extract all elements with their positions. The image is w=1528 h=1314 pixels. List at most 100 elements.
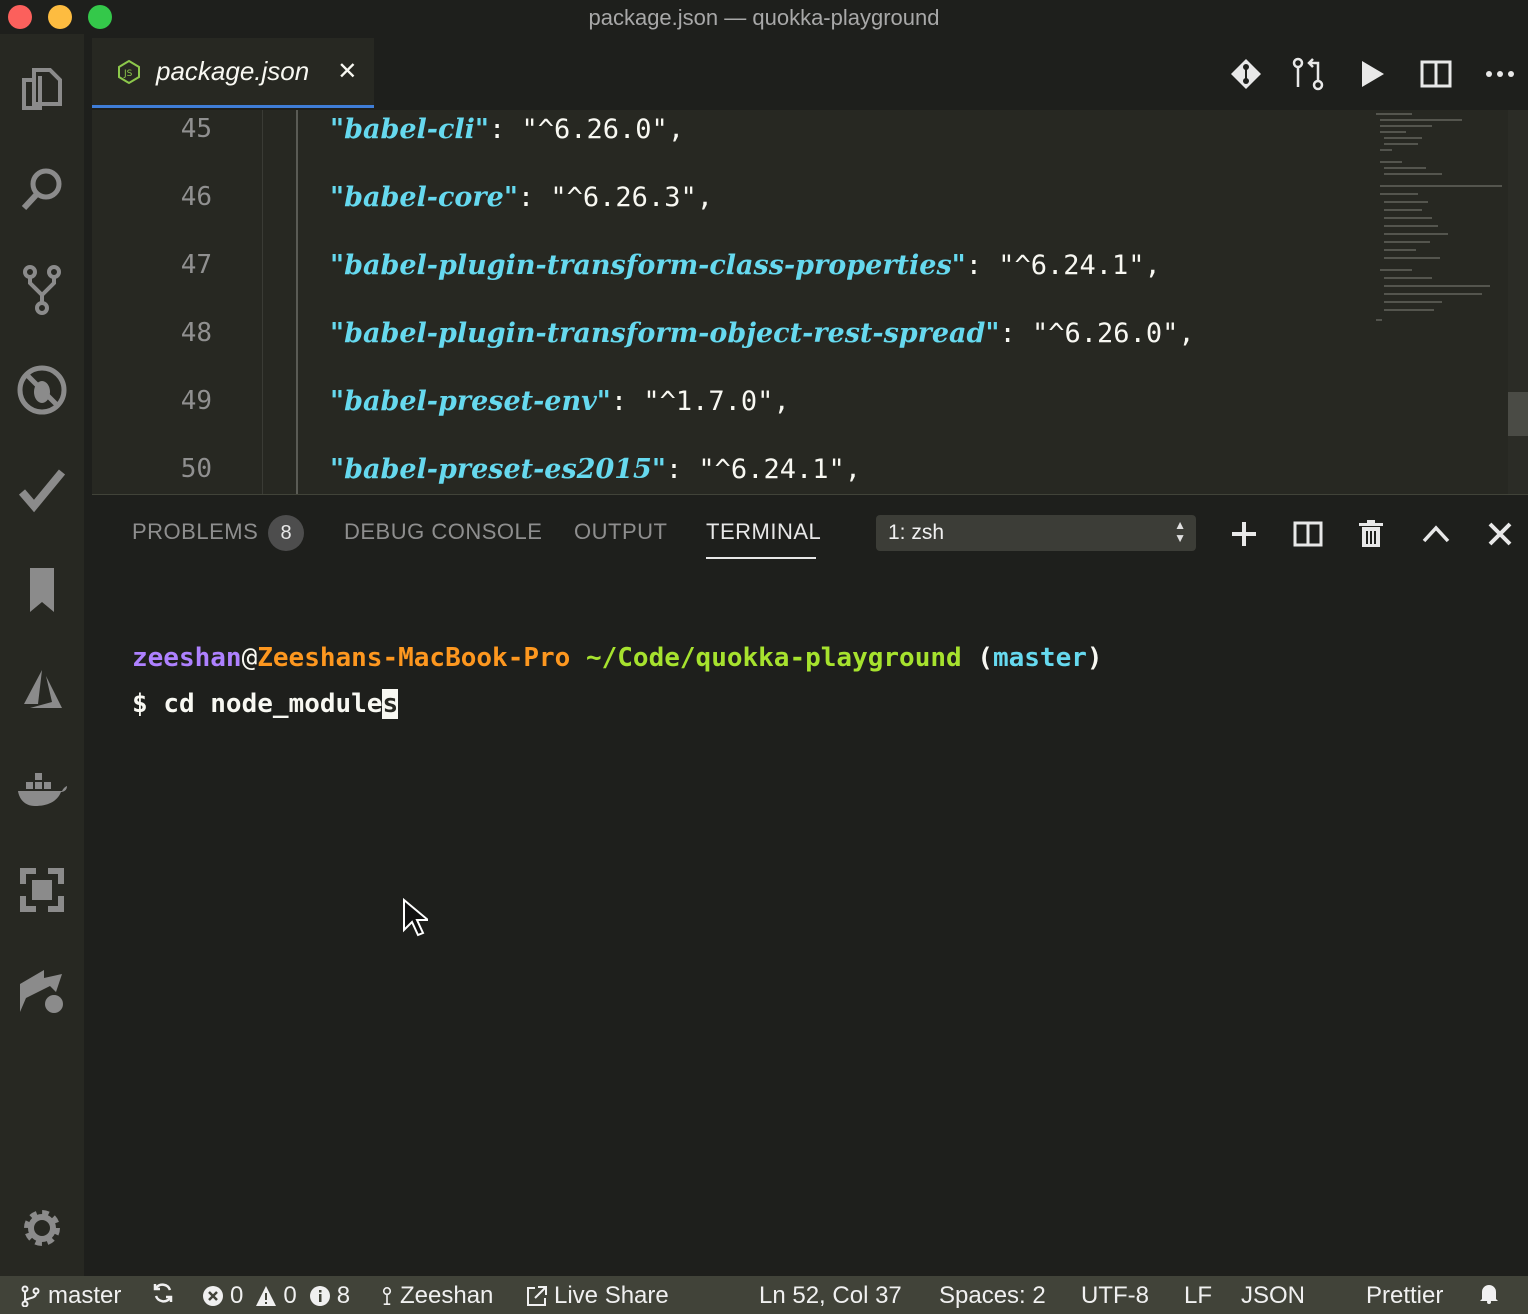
remote-explorer-icon[interactable] (12, 860, 72, 920)
line-number: 50 (180, 454, 212, 484)
status-branch[interactable]: master (20, 1282, 121, 1310)
json-key: "babel-preset-es2015" (330, 454, 666, 485)
tab-problems[interactable]: PROBLEMS (132, 519, 258, 545)
terminal-branch: master (992, 643, 1087, 673)
azure-icon[interactable] (12, 660, 72, 720)
more-actions-icon[interactable] (1480, 54, 1520, 94)
json-value: "^6.26.0" (1032, 318, 1179, 349)
error-count: 0 (230, 1282, 244, 1309)
tab-close-icon[interactable]: ✕ (337, 57, 357, 86)
error-icon (203, 1286, 223, 1306)
live-share-label: Live Share (554, 1282, 669, 1309)
git-lens-icon[interactable] (1226, 54, 1266, 94)
problems-count-badge: 8 (268, 515, 304, 551)
status-formatter[interactable]: Prettier (1366, 1282, 1443, 1310)
json-key: "babel-plugin-transform-object-rest-spre… (330, 318, 1000, 349)
code-line[interactable]: 49 "babel-preset-env": "^1.7.0", (92, 386, 1372, 454)
line-number: 45 (180, 114, 212, 144)
maximize-panel-chevron-up-icon[interactable] (1417, 515, 1455, 553)
kill-terminal-trash-icon[interactable] (1352, 515, 1390, 553)
status-spaces[interactable]: Spaces: 2 (939, 1282, 1046, 1310)
tab-output[interactable]: OUTPUT (574, 519, 667, 545)
json-value: "^1.7.0" (643, 386, 774, 417)
split-editor-icon[interactable] (1416, 54, 1456, 94)
terminal-user: zeeshan (132, 643, 242, 673)
status-position[interactable]: Ln 52, Col 37 (759, 1282, 902, 1310)
json-value: "^6.24.1" (698, 454, 845, 485)
json-value: "^6.24.1" (998, 250, 1145, 281)
terminal-paren-open: ( (977, 643, 993, 673)
status-user[interactable]: Zeeshan (378, 1282, 493, 1310)
explorer-icon[interactable] (12, 60, 72, 120)
line-number: 48 (180, 318, 212, 348)
json-key: "babel-preset-env" (330, 386, 611, 417)
warning-count: 0 (283, 1282, 297, 1309)
new-terminal-icon[interactable] (1225, 515, 1263, 553)
code-line[interactable]: 46 "babel-core": "^6.26.3", (92, 182, 1372, 250)
sync-icon[interactable] (152, 1282, 180, 1304)
open-changes-icon[interactable] (1288, 54, 1328, 94)
terminal-output[interactable]: zeeshan@Zeeshans-MacBook-Pro ~/Code/quok… (132, 635, 1103, 727)
source-control-icon[interactable] (12, 260, 72, 320)
person-icon (382, 1287, 392, 1305)
editor-scrollbar-thumb[interactable] (1508, 392, 1528, 436)
json-value: "^6.26.0" (521, 114, 668, 145)
code-line[interactable]: 50 "babel-preset-es2015": "^6.24.1", (92, 454, 1372, 494)
status-problems[interactable]: 0 0 8 (202, 1282, 350, 1310)
settings-gear-icon[interactable] (12, 1198, 72, 1258)
json-value: "^6.26.3" (550, 182, 697, 213)
terminal-select-value: 1: zsh (888, 521, 945, 544)
split-terminal-icon[interactable] (1289, 515, 1327, 553)
terminal-cursor: s (382, 689, 399, 719)
terminal-at: @ (241, 643, 258, 673)
code-editor[interactable]: 45 "babel-cli": "^6.26.0", 46 "babel-cor… (92, 110, 1528, 494)
info-count: 8 (336, 1282, 351, 1309)
tab-terminal[interactable]: TERMINAL (706, 519, 821, 545)
json-key: "babel-plugin-transform-class-properties… (330, 250, 966, 281)
tasks-check-icon[interactable] (12, 460, 72, 520)
json-key: "babel-core" (330, 182, 518, 213)
tab-label: package.json (156, 56, 310, 86)
live-share-status-icon (527, 1286, 547, 1306)
terminal-prompt: $ (132, 689, 164, 719)
terminal-paren-close: ) (1086, 643, 1103, 673)
run-icon[interactable] (1352, 54, 1392, 94)
status-bar: master 0 0 8 Zeeshan Live Share Ln 52, C… (0, 1276, 1528, 1314)
terminal-select[interactable]: 1: zsh ▲ ▼ (876, 515, 1196, 551)
tab-debug-console[interactable]: DEBUG CONSOLE (344, 519, 542, 545)
title-bar: package.json — quokka-playground (0, 0, 1528, 34)
window-title: package.json — quokka-playground (588, 5, 940, 30)
editor-tab-bar: JS package.json ✕ (84, 34, 1528, 110)
bookmark-icon[interactable] (12, 560, 72, 620)
live-share-icon[interactable] (12, 960, 72, 1020)
nodejs-file-icon: JS (118, 59, 140, 84)
activity-bar (0, 34, 84, 1276)
status-encoding[interactable]: UTF-8 (1081, 1282, 1149, 1310)
status-language[interactable]: JSON (1241, 1282, 1305, 1310)
status-eol[interactable]: LF (1184, 1282, 1212, 1310)
debug-icon[interactable] (12, 360, 72, 420)
bottom-panel: PROBLEMS 8 DEBUG CONSOLE OUTPUT TERMINAL… (92, 494, 1528, 1276)
json-key: "babel-cli" (330, 114, 489, 145)
code-line[interactable]: 47 "babel-plugin-transform-class-propert… (92, 250, 1372, 318)
docker-icon[interactable] (12, 760, 72, 820)
status-branch-label: master (48, 1282, 122, 1309)
svg-text:JS: JS (123, 69, 133, 79)
status-live-share[interactable]: Live Share (526, 1282, 669, 1310)
search-icon[interactable] (12, 160, 72, 220)
mouse-pointer-icon (403, 898, 428, 937)
terminal-host: Zeeshans-MacBook-Pro (257, 643, 571, 673)
status-user-label: Zeeshan (400, 1282, 494, 1309)
info-icon (309, 1286, 330, 1306)
terminal-path: ~/Code/quokka-playground (585, 643, 962, 673)
close-panel-icon[interactable] (1481, 515, 1519, 553)
minimap[interactable] (1372, 110, 1502, 330)
git-branch-icon (21, 1285, 40, 1307)
line-number: 47 (180, 250, 212, 280)
select-arrows-icon: ▲ ▼ (1174, 518, 1186, 545)
code-line[interactable]: 48 "babel-plugin-transform-object-rest-s… (92, 318, 1372, 386)
editor-scrollbar[interactable] (1508, 110, 1528, 494)
notifications-bell-icon[interactable] (1478, 1282, 1506, 1304)
code-line[interactable]: 45 "babel-cli": "^6.26.0", (92, 114, 1372, 182)
tab-package-json[interactable]: JS package.json ✕ (92, 38, 374, 108)
